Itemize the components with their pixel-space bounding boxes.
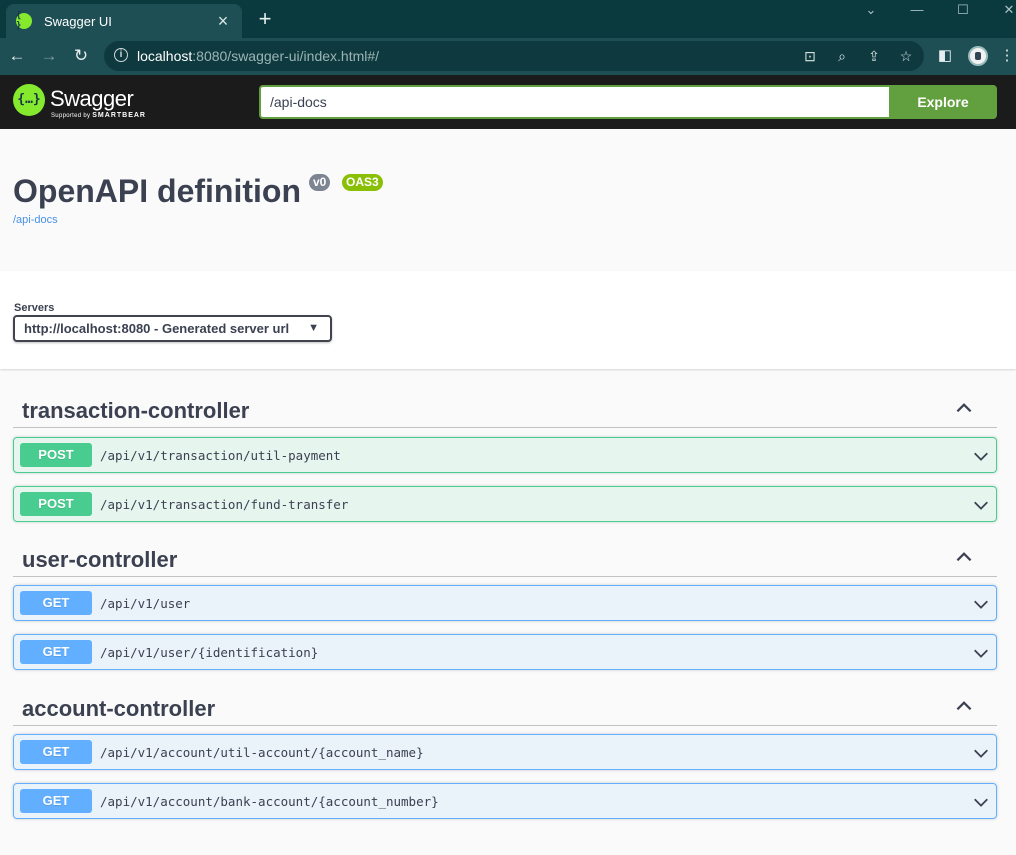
method-badge: GET — [20, 789, 92, 813]
forward-icon[interactable]: → — [37, 44, 61, 68]
method-badge: GET — [20, 591, 92, 615]
method-badge: GET — [20, 740, 92, 764]
reload-icon[interactable]: ↻ — [69, 44, 93, 68]
swagger-brand: Swagger — [50, 86, 134, 111]
operation-path: /api/v1/user — [100, 596, 191, 611]
chevron-up-icon[interactable] — [953, 695, 975, 717]
spec-link[interactable]: /api-docs — [13, 214, 58, 226]
opblock-get[interactable]: GET /api/v1/account/bank-account/{accoun… — [13, 783, 997, 819]
tag-header[interactable]: account-controller — [13, 687, 997, 726]
operation-path: /api/v1/account/util-account/{account_na… — [100, 745, 424, 760]
servers-section: Servers http://localhost:8080 - Generate… — [0, 271, 1016, 369]
site-info-icon[interactable]: i — [114, 48, 128, 62]
browser-toolbar: ← → ↻ i localhost:8080/swagger-ui/index.… — [0, 38, 1016, 75]
tag-header[interactable]: transaction-controller — [13, 389, 997, 428]
browser-tab-strip: { } Swagger UI × + ⌄ — ☐ ✕ — [0, 0, 1016, 38]
chevron-down-icon[interactable] — [972, 447, 990, 465]
maximize-icon[interactable]: ☐ — [940, 2, 986, 20]
new-tab-icon[interactable]: + — [254, 8, 276, 30]
operation-path: /api/v1/account/bank-account/{account_nu… — [100, 794, 439, 809]
tag-title: transaction-controller — [22, 398, 250, 423]
translate-icon[interactable]: ⊡ — [799, 46, 821, 66]
profile-avatar[interactable] — [968, 46, 988, 66]
chevron-down-icon: ▼ — [308, 322, 319, 334]
side-panel-icon[interactable]: ◧ — [934, 45, 956, 67]
spec-url-input[interactable] — [259, 85, 891, 119]
chevron-down-icon[interactable] — [972, 496, 990, 514]
chevron-down-icon[interactable] — [972, 793, 990, 811]
method-badge: POST — [20, 443, 92, 467]
operation-path: /api/v1/transaction/util-payment — [100, 448, 341, 463]
browser-menu-icon[interactable]: ⋮ — [996, 45, 1016, 67]
tag-title: user-controller — [22, 547, 178, 572]
oas-badge: OAS3 — [342, 174, 383, 191]
info-section: OpenAPI definition v0 OAS3 /api-docs — [0, 129, 1016, 271]
method-badge: POST — [20, 492, 92, 516]
operation-path: /api/v1/user/{identification} — [100, 645, 319, 660]
opblock-post[interactable]: POST /api/v1/transaction/util-payment — [13, 437, 997, 473]
operation-path: /api/v1/transaction/fund-transfer — [100, 497, 349, 512]
minimize-icon[interactable]: — — [894, 2, 940, 20]
tag-header[interactable]: user-controller — [13, 538, 997, 577]
opblock-get[interactable]: GET /api/v1/user — [13, 585, 997, 621]
tab-close-icon[interactable]: × — [214, 12, 232, 30]
tag-title: account-controller — [22, 696, 216, 721]
swagger-favicon-icon: { } — [16, 11, 32, 31]
page-title: OpenAPI definition — [13, 173, 301, 209]
address-bar[interactable]: i localhost:8080/swagger-ui/index.html#/… — [104, 41, 924, 71]
close-window-icon[interactable]: ✕ — [986, 2, 1016, 20]
servers-select[interactable]: http://localhost:8080 - Generated server… — [13, 315, 332, 342]
explore-button[interactable]: Explore — [889, 85, 997, 119]
version-badge: v0 — [309, 174, 331, 191]
bookmark-star-icon[interactable]: ☆ — [895, 46, 917, 66]
address-url[interactable]: localhost:8080/swagger-ui/index.html#/ — [137, 48, 379, 64]
method-badge: GET — [20, 640, 92, 664]
opblock-get[interactable]: GET /api/v1/user/{identification} — [13, 634, 997, 670]
swagger-topbar: {…} Swagger Supported by SMARTBEAR Explo… — [0, 75, 1016, 129]
back-icon[interactable]: ← — [5, 44, 29, 68]
servers-label: Servers — [14, 302, 55, 314]
servers-selected-value: http://localhost:8080 - Generated server… — [24, 321, 290, 336]
share-icon[interactable]: ⇪ — [863, 46, 885, 66]
chevron-down-icon[interactable] — [972, 595, 990, 613]
browser-tab[interactable]: { } Swagger UI × — [6, 4, 242, 38]
opblock-get[interactable]: GET /api/v1/account/util-account/{accoun… — [13, 734, 997, 770]
supported-by-smartbear: Supported by SMARTBEAR — [51, 112, 146, 119]
chevron-up-icon[interactable] — [953, 546, 975, 568]
tab-title: Swagger UI — [44, 13, 112, 29]
zoom-icon[interactable]: ⌕ — [831, 46, 853, 66]
chevron-down-icon[interactable] — [972, 744, 990, 762]
tab-search-icon[interactable]: ⌄ — [848, 2, 894, 20]
chevron-up-icon[interactable] — [953, 397, 975, 419]
opblock-post[interactable]: POST /api/v1/transaction/fund-transfer — [13, 486, 997, 522]
chevron-down-icon[interactable] — [972, 644, 990, 662]
swagger-logo-icon: {…} — [13, 84, 45, 116]
